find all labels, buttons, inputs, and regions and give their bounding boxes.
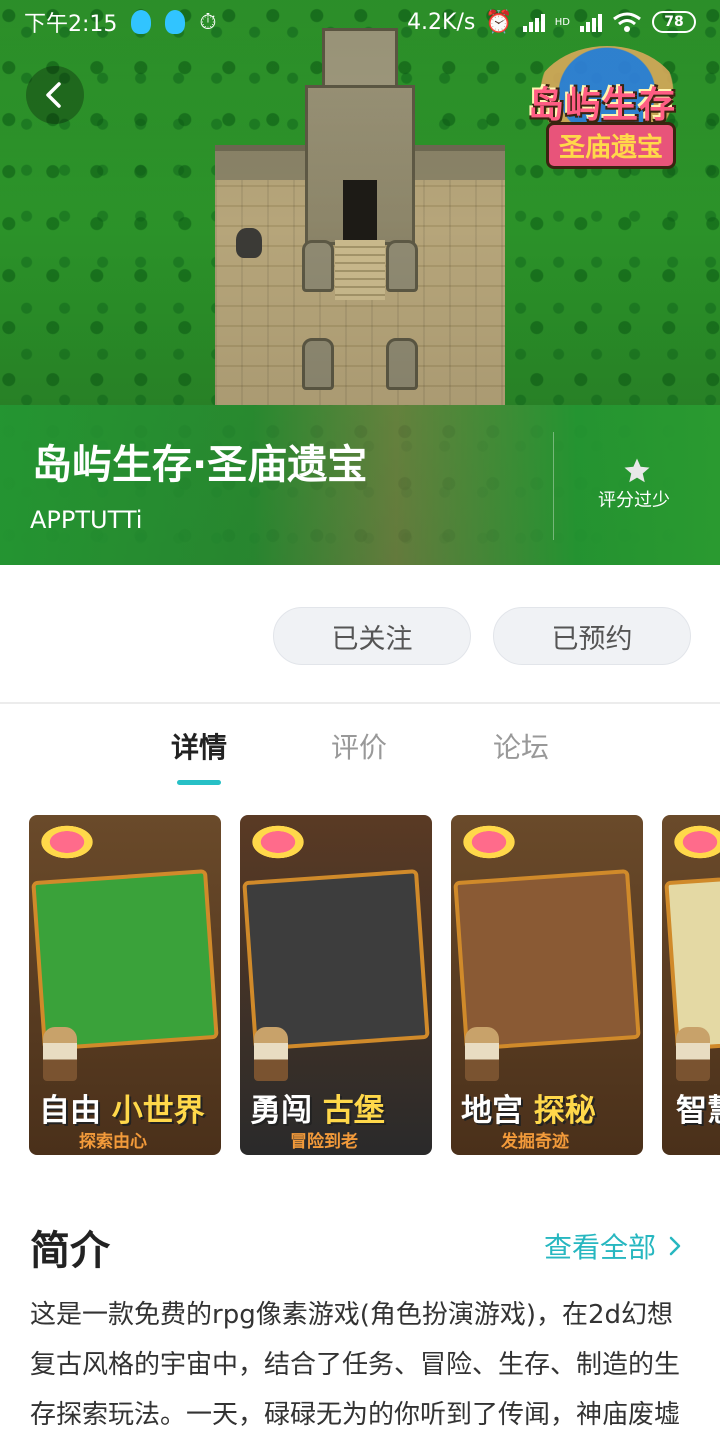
app-title: 岛屿生存·圣庙遗宝 xyxy=(32,442,368,488)
tab-indicator xyxy=(177,780,221,785)
screenshot-subcaption: 冒险到老 xyxy=(290,1132,358,1152)
section-title: 简介 xyxy=(30,1228,110,1274)
reserve-button[interactable]: 已预约 xyxy=(493,607,691,665)
qq-notification-icon xyxy=(131,10,152,34)
qq-notification-icon xyxy=(165,10,186,34)
back-button[interactable] xyxy=(26,66,84,124)
alarm-icon: ⏰ xyxy=(485,9,513,35)
divider xyxy=(0,702,720,704)
screenshot-caption: 勇闯 古堡 xyxy=(250,1093,385,1129)
tab-forum[interactable]: 论坛 xyxy=(493,726,549,766)
screenshot-thumbnail[interactable]: 勇闯 古堡 冒险到老 xyxy=(240,815,432,1155)
wifi-icon xyxy=(613,12,641,32)
network-label: HD xyxy=(554,16,570,28)
developer-name[interactable]: APPTUTTi xyxy=(30,506,142,534)
chevron-left-icon xyxy=(46,82,61,108)
status-time: 下午2:15 xyxy=(24,12,118,37)
screenshot-thumbnail[interactable]: 自由 小世界 探索由心 xyxy=(29,815,221,1155)
timer-icon: ⏱ xyxy=(199,9,217,35)
screenshot-caption: 自由 小世界 xyxy=(39,1093,205,1129)
screenshot-caption: 智慧 xyxy=(676,1093,720,1129)
description-text: 这是一款免费的rpg像素游戏(角色扮演游戏)，在2d幻想复古风格的宇宙中，结合了… xyxy=(30,1300,681,1430)
divider xyxy=(553,432,554,540)
logo-subtitle: 圣庙遗宝 xyxy=(546,122,677,169)
signal-icon xyxy=(522,12,545,32)
screenshot-subcaption: 探索由心 xyxy=(79,1132,147,1152)
battery-icon: 78 xyxy=(652,11,696,33)
screenshot-caption: 地宫 探秘 xyxy=(461,1093,596,1129)
tab-reviews[interactable]: 评价 xyxy=(331,726,387,766)
screenshot-thumbnail[interactable]: 地宫 探秘 发掘奇迹 xyxy=(451,815,643,1155)
signal-icon xyxy=(580,12,602,32)
rating-text: 评分过少 xyxy=(598,490,670,511)
net-speed: 4.2K/s xyxy=(407,9,476,35)
screenshot-subcaption: 发掘奇迹 xyxy=(501,1132,569,1152)
logo-title: 岛屿生存 xyxy=(528,85,677,126)
chevron-right-icon xyxy=(669,1236,681,1256)
see-all-link[interactable]: 查看全部 xyxy=(544,1226,682,1266)
status-bar: 下午2:15 ⏱ 4.2K/s ⏰ HD 78 xyxy=(0,0,720,44)
follow-button[interactable]: 已关注 xyxy=(273,607,471,665)
tab-details[interactable]: 详情 xyxy=(171,726,227,766)
game-logo: 岛屿生存 圣庙遗宝 xyxy=(518,40,694,180)
screenshot-thumbnail[interactable]: 智慧 xyxy=(662,815,720,1155)
star-icon xyxy=(624,458,650,483)
